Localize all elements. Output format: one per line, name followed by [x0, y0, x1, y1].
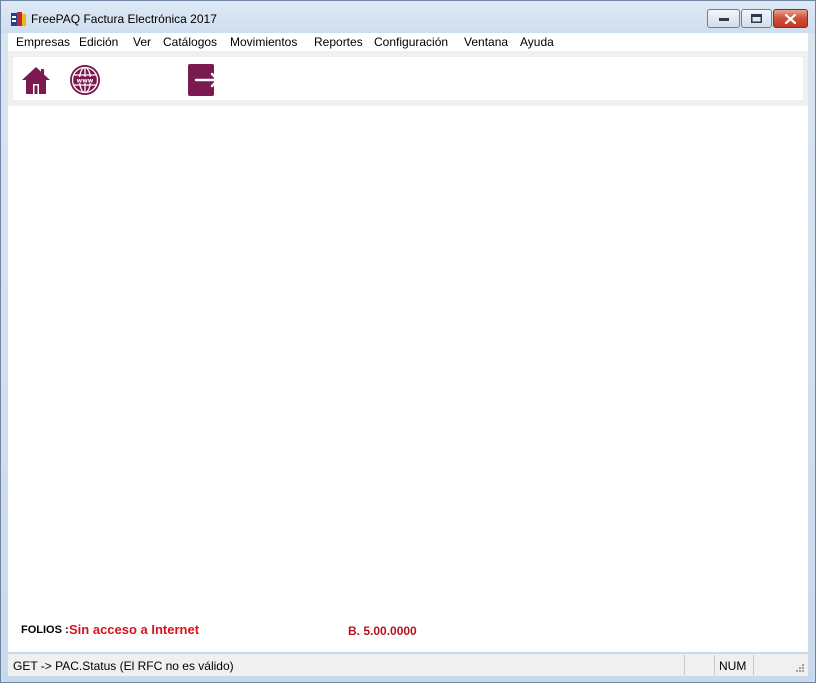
- menu-empresas[interactable]: Empresas: [16, 35, 70, 49]
- status-bar: GET -> PAC.Status (El RFC no es válido) …: [8, 653, 808, 676]
- menu-ayuda[interactable]: Ayuda: [520, 35, 554, 49]
- status-divider: [684, 655, 685, 675]
- menu-ventana[interactable]: Ventana: [464, 35, 508, 49]
- window-title: FreePAQ Factura Electrónica 2017: [31, 12, 217, 26]
- home-button[interactable]: [19, 63, 53, 97]
- web-button[interactable]: www: [68, 63, 102, 97]
- status-divider: [753, 655, 754, 675]
- menu-bar: Empresas Edición Ver Catálogos Movimient…: [8, 33, 808, 51]
- home-icon: [22, 67, 50, 94]
- title-bar[interactable]: FreePAQ Factura Electrónica 2017: [1, 1, 815, 33]
- exit-icon: [188, 64, 220, 96]
- app-window: FreePAQ Factura Electrónica 2017 Empresa…: [0, 0, 816, 683]
- exit-button[interactable]: [187, 63, 221, 97]
- toolbar-panel: www: [13, 57, 803, 100]
- menu-ver[interactable]: Ver: [133, 35, 151, 49]
- app-icon[interactable]: [10, 11, 27, 28]
- maximize-button[interactable]: [741, 9, 772, 28]
- close-icon: [785, 13, 796, 24]
- status-divider: [714, 655, 715, 675]
- folios-status: Sin acceso a Internet: [69, 622, 200, 637]
- folios-label: FOLIOS :: [21, 624, 69, 636]
- menu-movimientos[interactable]: Movimientos: [230, 35, 297, 49]
- menu-edicion[interactable]: Edición: [79, 35, 118, 49]
- maximize-icon: [751, 14, 762, 23]
- menu-catalogos[interactable]: Catálogos: [163, 35, 217, 49]
- num-lock-indicator: NUM: [719, 659, 747, 673]
- status-message: GET -> PAC.Status (El RFC no es válido): [13, 659, 234, 673]
- svg-text:www: www: [77, 77, 94, 84]
- mdi-client-area: FOLIOS : Sin acceso a Internet B. 5.00.0…: [8, 106, 808, 652]
- menu-reportes[interactable]: Reportes: [314, 35, 363, 49]
- toolbar: www: [8, 51, 808, 106]
- close-button[interactable]: [773, 9, 808, 28]
- resize-grip-icon[interactable]: [796, 664, 805, 673]
- minimize-icon: [718, 17, 729, 21]
- minimize-button[interactable]: [707, 9, 740, 28]
- menu-configuracion[interactable]: Configuración: [374, 35, 448, 49]
- globe-icon: www: [70, 65, 100, 95]
- version-label: B. 5.00.0000: [348, 624, 417, 638]
